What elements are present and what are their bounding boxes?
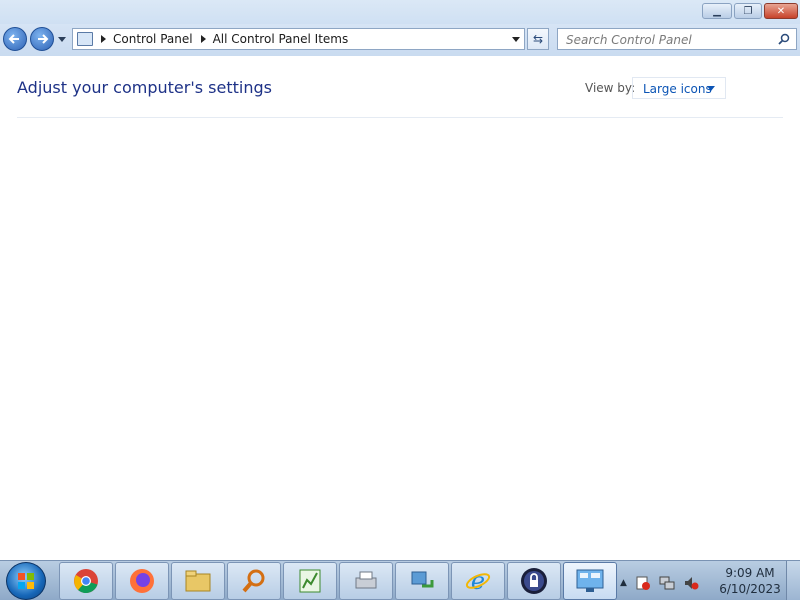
network-icon[interactable]: [659, 575, 675, 591]
navigation-bar: Control Panel All Control Panel Items ⇆ …: [0, 24, 800, 56]
forward-arrow-icon: [38, 34, 49, 44]
forward-button[interactable]: [30, 27, 54, 51]
breadcrumb-separator-icon[interactable]: [200, 35, 206, 43]
firefox-icon: [130, 569, 154, 593]
title-bar: ▁ ❐ ✕: [0, 0, 800, 24]
control-panel-icon: [576, 569, 604, 592]
taskbar-lock-app[interactable]: [507, 562, 561, 600]
refresh-icon: ⇆: [532, 32, 544, 46]
taskbar-chrome[interactable]: [59, 562, 113, 600]
printer-icon: [355, 571, 377, 589]
breadcrumb-separator-icon[interactable]: [101, 35, 106, 43]
search-input[interactable]: Search Control Panel: [557, 28, 797, 50]
taskbar-clock[interactable]: 9:09 AM 6/10/2023: [718, 565, 782, 597]
restore-icon: ❐: [743, 5, 753, 17]
back-button[interactable]: [3, 27, 27, 51]
search-icon[interactable]: [778, 33, 790, 45]
minimize-icon: ▁: [713, 5, 721, 17]
show-desktop-button[interactable]: [786, 561, 800, 600]
taskbar-ie[interactable]: e: [451, 562, 505, 600]
breadcrumb-control-panel[interactable]: Control Panel: [113, 32, 193, 46]
taskbar-explorer[interactable]: [171, 562, 225, 600]
chrome-icon: [74, 569, 98, 593]
control-panel-icon: [77, 32, 93, 46]
svg-text:e: e: [471, 568, 485, 594]
address-bar[interactable]: Control Panel All Control Panel Items: [72, 28, 525, 50]
taskbar-printer[interactable]: [339, 562, 393, 600]
taskbar-control-panel[interactable]: [563, 562, 617, 600]
file-explorer-icon: [185, 570, 211, 592]
start-button[interactable]: [6, 562, 46, 600]
volume-muted-icon[interactable]: [683, 575, 699, 591]
restore-button[interactable]: ❐: [734, 3, 762, 19]
taskbar-chart-app[interactable]: [283, 562, 337, 600]
show-hidden-icons-icon[interactable]: ▲: [620, 578, 627, 588]
page-title: Adjust your computer's settings: [17, 78, 272, 97]
chevron-down-icon: [707, 86, 715, 91]
search-placeholder: Search Control Panel: [566, 33, 692, 47]
view-by-dropdown[interactable]: Large icons: [632, 77, 726, 99]
close-button[interactable]: ✕: [764, 3, 798, 19]
taskbar-firefox[interactable]: [115, 562, 169, 600]
recent-pages-dropdown[interactable]: [58, 37, 66, 42]
transfer-icon: [411, 571, 434, 588]
view-by-label: View by:: [585, 81, 636, 95]
system-tray: ▲: [620, 574, 720, 592]
content-area: Adjust your computer's settings View by:…: [0, 56, 800, 560]
taskbar-search-tool[interactable]: [227, 562, 281, 600]
minimize-button[interactable]: ▁: [702, 3, 732, 19]
action-center-icon[interactable]: [635, 575, 651, 591]
taskbar-transfer[interactable]: [395, 562, 449, 600]
back-arrow-icon: [8, 34, 19, 44]
clock-time: 9:09 AM: [725, 566, 775, 580]
search-tool-icon: [242, 569, 265, 593]
windows-logo-icon: [18, 573, 34, 589]
view-by-value: Large icons: [643, 82, 712, 96]
internet-explorer-icon: e: [465, 568, 491, 594]
close-icon: ✕: [776, 5, 786, 17]
refresh-button[interactable]: ⇆: [527, 28, 549, 50]
chart-app-icon: [299, 569, 321, 593]
breadcrumb-all-items[interactable]: All Control Panel Items: [213, 32, 349, 46]
divider: [17, 117, 783, 118]
clock-date: 6/10/2023: [719, 582, 781, 596]
lock-app-icon: [521, 568, 547, 594]
address-history-dropdown-icon[interactable]: [512, 37, 520, 42]
